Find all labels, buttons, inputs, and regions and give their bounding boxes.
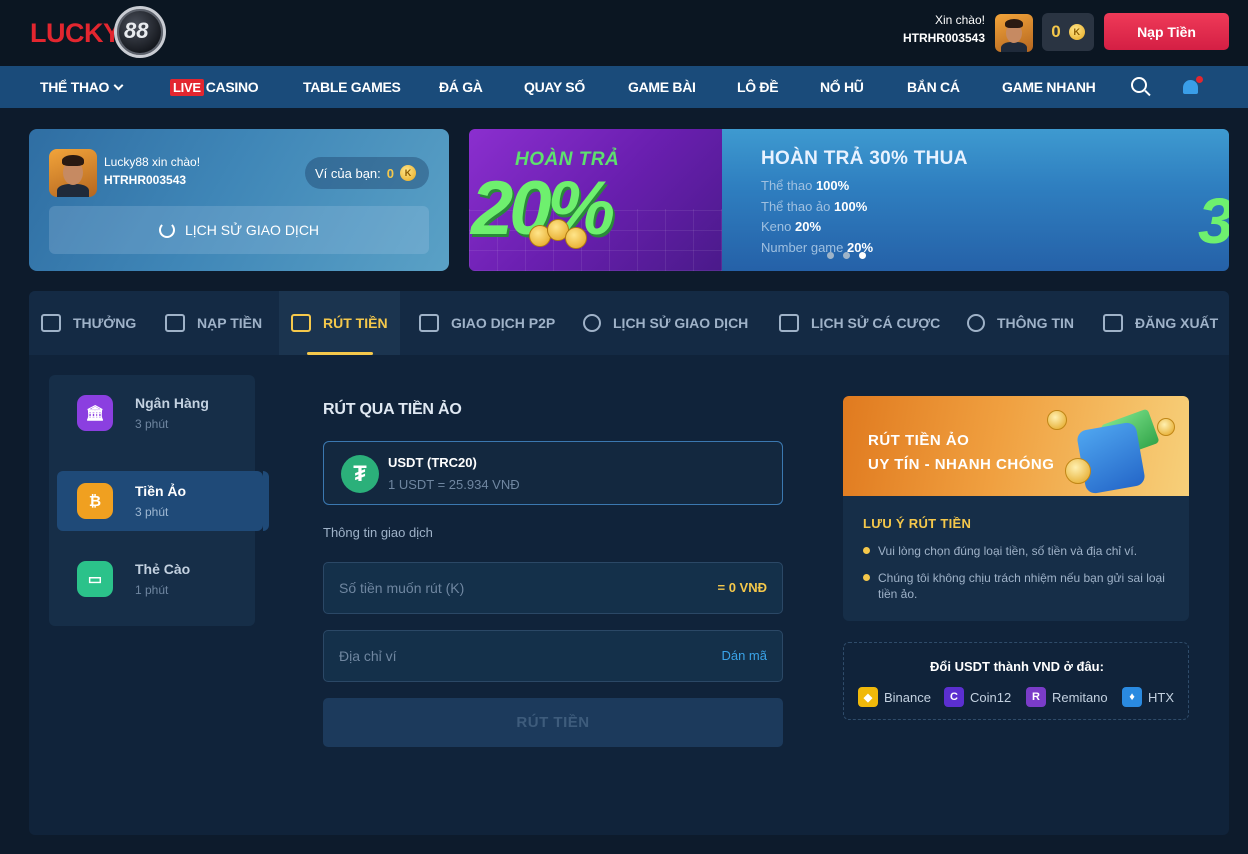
exchange-remitano[interactable]: R Remitano (1026, 687, 1108, 707)
wallet-address-input[interactable] (324, 631, 684, 681)
tab-lich-su-ca-cuoc[interactable]: LỊCH SỬ CÁ CƯỢC (779, 291, 940, 355)
chevron-down-icon (113, 80, 124, 91)
method-the-cao[interactable]: ▭ Thẻ Cào 1 phút (57, 549, 263, 609)
exchange-rate: 1 USDT = 25.934 VNĐ (388, 477, 520, 492)
nav-item-no-hu[interactable]: NỔ HŨ (820, 79, 864, 95)
header-balance: 0 K (1042, 13, 1094, 51)
form-title: RÚT QUA TIỀN ẢO (323, 401, 462, 418)
carousel-dots (827, 252, 866, 259)
crypto-promo-banner: RÚT TIỀN ẢO UY TÍN - NHANH CHÓNG (843, 396, 1189, 496)
promo-banner-20[interactable]: HOÀN TRẢ 20% (469, 129, 722, 271)
p2p-icon (419, 314, 439, 332)
receipt-icon (779, 314, 799, 332)
nav-item-table-games[interactable]: TABLE GAMES (303, 79, 401, 95)
lucky88-logo[interactable]: LUCKY 88 (28, 6, 168, 60)
logout-icon (1103, 314, 1123, 332)
header: LUCKY 88 Xin chào! HTRHR003543 0 K Nạp T… (0, 0, 1248, 66)
nav-item-game-nhanh[interactable]: GAME NHANH (1002, 79, 1096, 95)
htx-icon: ♦ (1122, 687, 1142, 707)
method-tien-ao[interactable]: ₿ Tiền Ảo 3 phút (57, 471, 269, 531)
carousel-dot-active[interactable] (859, 252, 866, 259)
card-icon: ▭ (77, 561, 113, 597)
tether-icon: ₮ (341, 455, 379, 493)
header-greeting: Xin chào! HTRHR003543 (902, 13, 985, 45)
tab-lich-su-giao-dich[interactable]: LỊCH SỬ GIAO DỊCH (583, 291, 748, 355)
transaction-info-label: Thông tin giao dịch (323, 525, 433, 540)
coin12-icon: C (944, 687, 964, 707)
withdraw-method-list: 🏛 Ngân Hàng 3 phút ₿ Tiền Ảo 3 phút ▭ Thẻ … (49, 375, 269, 626)
notification-dot (1196, 76, 1203, 83)
profile-card: Lucky88 xin chào! HTRHR003543 Ví của bạn… (29, 129, 449, 271)
account-tabs: THƯỞNG NẠP TIỀN RÚT TIỀN GIAO DỊCH P2P L… (29, 291, 1229, 355)
exchange-binance[interactable]: ◆ Binance (858, 687, 931, 707)
avatar (49, 149, 97, 197)
k-coin-icon: K (1068, 24, 1085, 40)
exchange-coin12[interactable]: C Coin12 (944, 687, 1011, 707)
coin-icon (1047, 410, 1067, 430)
k-coin-icon: K (400, 165, 417, 181)
tab-dang-xuat[interactable]: ĐĂNG XUẤT (1103, 291, 1218, 355)
paste-button[interactable]: Dán mã (721, 648, 767, 663)
tab-nap-tien[interactable]: NẠP TIỀN (165, 291, 262, 355)
binance-icon: ◆ (858, 687, 878, 707)
amount-input[interactable] (324, 563, 684, 613)
note-item: Chúng tôi không chịu trách nhiệm nếu bạn… (863, 570, 1173, 602)
coin-icon (1157, 418, 1175, 436)
withdraw-submit-button[interactable]: RÚT TIỀN (323, 698, 783, 747)
active-tab-indicator (307, 352, 373, 355)
tab-rut-tien[interactable]: RÚT TIỀN (279, 291, 400, 355)
bank-icon: 🏛 (77, 395, 113, 431)
nav-item-lo-de[interactable]: LÔ ĐỀ (737, 79, 779, 95)
bitcoin-icon: ₿ (77, 483, 113, 519)
wallet-icon (1075, 421, 1147, 495)
live-badge: LIVE (170, 79, 204, 96)
profile-greeting: Lucky88 xin chào! (104, 155, 201, 169)
history-icon (583, 314, 601, 332)
nav-item-live-casino[interactable]: LIVE CASINO (170, 79, 259, 96)
currency-option-usdt[interactable]: ₮ USDT (TRC20) 1 USDT = 25.934 VNĐ (323, 441, 783, 505)
coins-icon (529, 219, 609, 249)
transaction-history-button[interactable]: LỊCH SỬ GIAO DỊCH (49, 206, 429, 254)
deposit-button[interactable]: Nạp Tiền (1104, 13, 1229, 50)
method-ngan-hang[interactable]: 🏛 Ngân Hàng 3 phút (57, 383, 263, 443)
user-icon (967, 314, 985, 332)
carousel-dot[interactable] (827, 252, 834, 259)
nav-item-quay-so[interactable]: QUAY SỐ (524, 79, 585, 95)
tab-thuong[interactable]: THƯỞNG (41, 291, 136, 355)
amount-field: = 0 VNĐ (323, 562, 783, 614)
coin-icon (1065, 458, 1091, 484)
exchange-list: Đổi USDT thành VND ở đâu: ◆ Binance C Coin… (843, 642, 1189, 720)
tab-thong-tin[interactable]: THÔNG TIN (967, 291, 1074, 355)
note-item: Vui lòng chọn đúng loại tiền, số tiền và… (863, 543, 1173, 559)
promo-banner-30[interactable]: HOÀN TRẢ 30% THUA Thể thao 100% Thể thao… (722, 129, 1229, 271)
nav-item-game-bai[interactable]: GAME BÀI (628, 79, 696, 95)
gift-icon (41, 314, 61, 332)
exchange-htx[interactable]: ♦ HTX (1122, 687, 1174, 707)
avatar[interactable] (995, 14, 1033, 52)
history-icon (158, 222, 175, 238)
account-panel: THƯỞNG NẠP TIỀN RÚT TIỀN GIAO DỊCH P2P L… (29, 291, 1229, 835)
withdraw-notes: LƯU Ý RÚT TIỀN Vui lòng chọn đúng loại t… (843, 496, 1189, 621)
remitano-icon: R (1026, 687, 1046, 707)
nav-item-da-ga[interactable]: ĐÁ GÀ (439, 79, 483, 95)
wallet-address-field: Dán mã (323, 630, 783, 682)
nav-item-the-thao[interactable]: THỂ THAO (40, 79, 124, 95)
amount-converted: = 0 VNĐ (717, 580, 768, 595)
profile-username: HTRHR003543 (104, 173, 187, 187)
carousel-dot[interactable] (843, 252, 850, 259)
withdraw-icon (291, 314, 311, 332)
tab-giao-dich-p2p[interactable]: GIAO DỊCH P2P (419, 291, 555, 355)
main-nav: THỂ THAO LIVE CASINO TABLE GAMES ĐÁ GÀ QU… (0, 66, 1248, 108)
header-username: HTRHR003543 (902, 31, 985, 45)
search-icon[interactable] (1131, 77, 1151, 97)
nav-item-ban-ca[interactable]: BẮN CÁ (907, 79, 960, 95)
wallet-balance: Ví của bạn: 0 K (305, 157, 429, 189)
bell-icon[interactable] (1181, 76, 1203, 99)
deposit-icon (165, 314, 185, 332)
